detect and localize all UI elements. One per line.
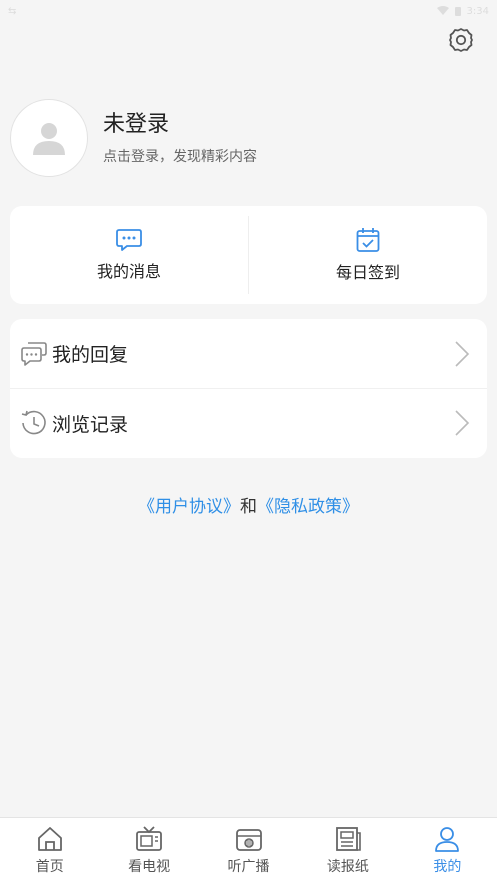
tab-mine[interactable]: 我的 [398, 818, 497, 883]
my-messages-button[interactable]: 我的消息 [10, 206, 248, 304]
tab-home-label: 首页 [35, 859, 64, 875]
tv-icon [136, 826, 163, 851]
agreement-conjunction: 和 [240, 497, 257, 517]
my-messages-label: 我的消息 [96, 262, 161, 281]
history-clock-icon [21, 410, 46, 435]
profile-text: 未登录 点击登录，发现精彩内容 [103, 110, 257, 166]
settings-button[interactable] [447, 26, 475, 54]
privacy-policy-link[interactable]: 《隐私政策》 [257, 497, 359, 517]
reply-bubbles-icon [21, 341, 47, 366]
default-avatar-icon [33, 123, 65, 155]
tab-mine-label: 我的 [433, 859, 462, 875]
status-left-glyph: ⇆ [8, 5, 17, 17]
tab-watch-tv[interactable]: 看电视 [99, 818, 198, 883]
user-icon [435, 827, 460, 852]
avatar[interactable] [10, 99, 88, 177]
newspaper-icon [336, 827, 361, 851]
battery-icon [454, 7, 461, 16]
tab-listen-radio-label: 听广播 [227, 859, 270, 875]
chevron-right-icon [455, 410, 470, 436]
login-prompt[interactable]: 点击登录，发现精彩内容 [103, 146, 257, 166]
my-replies-label: 我的回复 [52, 344, 129, 366]
status-time: 3:34 [466, 5, 489, 17]
my-replies-row[interactable]: 我的回复 [10, 319, 487, 388]
status-bar: ⇆ 3:34 [0, 0, 497, 22]
daily-checkin-label: 每日签到 [335, 263, 400, 282]
tab-home[interactable]: 首页 [0, 818, 99, 883]
gear-icon [449, 28, 473, 52]
tab-listen-radio[interactable]: 听广播 [199, 818, 298, 883]
status-right: 3:34 [436, 5, 489, 17]
wifi-icon [436, 6, 449, 15]
tab-read-newspaper[interactable]: 读报纸 [298, 818, 397, 883]
agreement-links: 《用户协议》和《隐私政策》 [0, 492, 497, 517]
tab-read-newspaper-label: 读报纸 [326, 859, 369, 875]
daily-checkin-button[interactable]: 每日签到 [249, 206, 487, 304]
calendar-check-icon [356, 228, 380, 252]
bottom-tab-bar: 首页 看电视 听广播 读报纸 我的 [0, 817, 497, 883]
chat-bubble-icon [116, 229, 142, 251]
login-status-title[interactable]: 未登录 [103, 110, 257, 140]
browse-history-row[interactable]: 浏览记录 [10, 388, 487, 457]
radio-icon [235, 829, 262, 851]
user-agreement-link[interactable]: 《用户协议》 [138, 497, 240, 517]
browse-history-label: 浏览记录 [52, 413, 129, 436]
home-icon [37, 827, 62, 851]
chevron-right-icon [455, 340, 470, 367]
quick-actions-card: 我的消息 每日签到 [10, 206, 487, 304]
menu-list-card: 我的回复 浏览记录 [10, 319, 487, 458]
profile-section[interactable]: 未登录 点击登录，发现精彩内容 [10, 98, 480, 178]
tab-watch-tv-label: 看电视 [128, 859, 171, 875]
